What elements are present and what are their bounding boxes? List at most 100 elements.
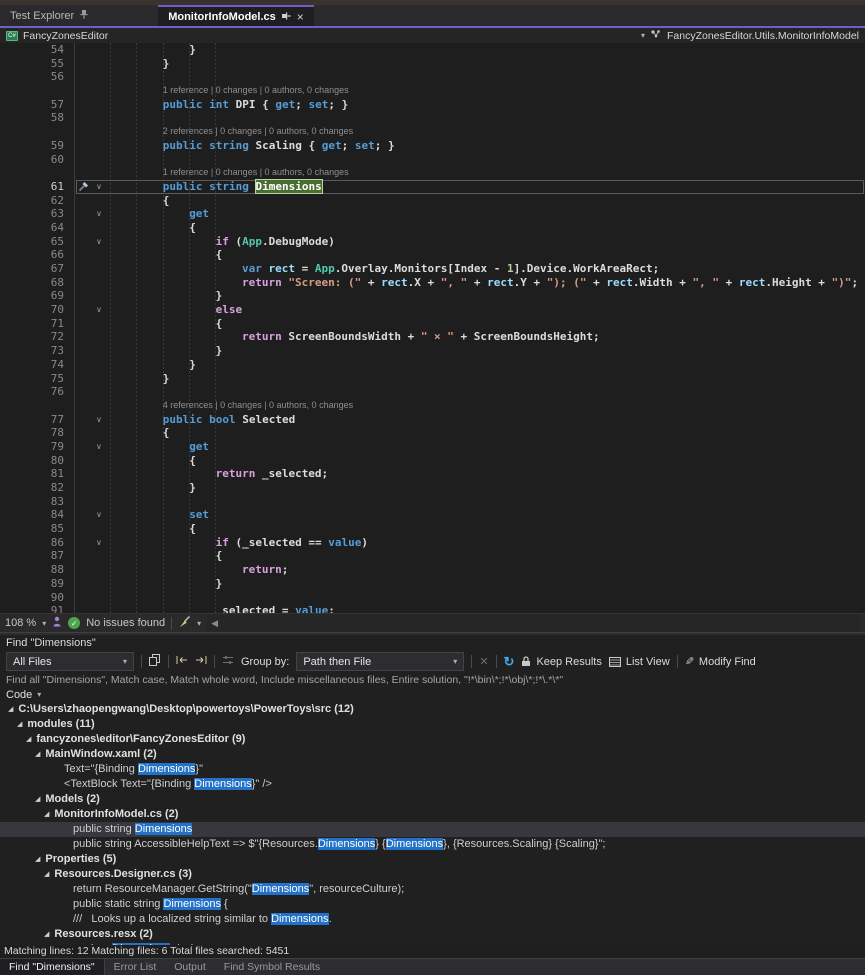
fold-chevron-icon[interactable]: ∨ <box>96 508 102 522</box>
pin-icon[interactable] <box>80 10 88 22</box>
fold-chevron-icon[interactable]: ∨ <box>96 207 102 221</box>
copy-results-icon[interactable] <box>149 654 161 669</box>
code-line[interactable]: 70∨else <box>0 303 865 317</box>
keep-results-button[interactable]: Keep Results <box>521 656 601 668</box>
settings-icon[interactable] <box>222 655 234 668</box>
code-line[interactable]: 64{ <box>0 221 865 235</box>
fold-chevron-icon[interactable]: ∨ <box>96 413 102 427</box>
find-tree-group[interactable]: ◢Models (2) <box>0 792 865 807</box>
document-health-icon[interactable] <box>52 616 62 630</box>
code-line[interactable]: 56 <box>0 70 865 84</box>
find-tree-group[interactable]: ◢Resources.Designer.cs (3) <box>0 867 865 882</box>
code-line[interactable]: 54} <box>0 43 865 57</box>
find-result-item[interactable]: public string AccessibleHelpText => $"{R… <box>0 837 865 852</box>
quick-actions-icon[interactable] <box>78 181 89 195</box>
previous-location-icon[interactable] <box>176 655 188 668</box>
code-line[interactable]: 85{ <box>0 522 865 536</box>
tab-monitorinfomodel[interactable]: MonitorInfoModel.cs × <box>158 5 314 26</box>
breadcrumb-type[interactable]: FancyZonesEditor.Utils.MonitorInfoModel <box>667 30 859 42</box>
codelens-row[interactable]: 1 reference | 0 changes | 0 authors, 0 c… <box>0 166 865 180</box>
breadcrumb-project[interactable]: FancyZonesEditor <box>23 30 108 42</box>
code-line[interactable]: 83 <box>0 495 865 509</box>
find-tree-group[interactable]: ◢fancyzones\editor\FancyZonesEditor (9) <box>0 732 865 747</box>
tree-expand-icon[interactable]: ◢ <box>35 796 40 803</box>
list-view-button[interactable]: List View <box>609 656 670 668</box>
code-line[interactable]: 88return; <box>0 563 865 577</box>
code-line[interactable]: 77∨public bool Selected <box>0 413 865 427</box>
code-line[interactable]: 73} <box>0 344 865 358</box>
tree-expand-icon[interactable]: ◢ <box>35 856 40 863</box>
find-result-item[interactable]: <TextBlock Text="{Binding Dimensions}" /… <box>0 777 865 792</box>
code-line[interactable]: 60 <box>0 153 865 167</box>
fold-chevron-icon[interactable]: ∨ <box>96 180 102 194</box>
chevron-down-icon[interactable]: ▾ <box>42 619 46 628</box>
code-line[interactable]: 59public string Scaling { get; set; } <box>0 139 865 153</box>
find-tree-group[interactable]: ◢C:\Users\zhaopengwang\Desktop\powertoys… <box>0 702 865 717</box>
tree-expand-icon[interactable]: ◢ <box>17 721 22 728</box>
code-line[interactable]: 57public int DPI { get; set; } <box>0 98 865 112</box>
tab-test-explorer[interactable]: Test Explorer <box>0 5 98 26</box>
tree-expand-icon[interactable]: ◢ <box>44 871 49 878</box>
code-line[interactable]: 63∨get <box>0 207 865 221</box>
scope-dropdown[interactable]: All Files ▾ <box>6 652 134 671</box>
find-tree-group[interactable]: ◢Properties (5) <box>0 852 865 867</box>
zoom-level[interactable]: 108 % <box>5 617 36 629</box>
tree-expand-icon[interactable]: ◢ <box>44 931 49 938</box>
code-line[interactable]: 75} <box>0 372 865 386</box>
codelens-row[interactable]: 2 references | 0 changes | 0 authors, 0 … <box>0 125 865 139</box>
code-line[interactable]: 87{ <box>0 549 865 563</box>
tab-find-symbol-results[interactable]: Find Symbol Results <box>215 959 329 975</box>
code-line[interactable]: 58 <box>0 111 865 125</box>
code-line[interactable]: 84∨set <box>0 508 865 522</box>
fold-chevron-icon[interactable]: ∨ <box>96 536 102 550</box>
next-location-icon[interactable] <box>195 655 207 668</box>
find-result-item[interactable]: Text="{Binding Dimensions}" <box>0 762 865 777</box>
modify-find-button[interactable]: ✎ Modify Find <box>685 655 756 668</box>
find-tree-group[interactable]: ◢Resources.resx (2) <box>0 927 865 942</box>
tab-find-dimensions[interactable]: Find "Dimensions" <box>0 959 105 975</box>
issues-status[interactable]: No issues found <box>86 617 165 629</box>
find-tree-group[interactable]: ◢MainWindow.xaml (2) <box>0 747 865 762</box>
code-line[interactable]: 80{ <box>0 454 865 468</box>
code-line[interactable]: 81return _selected; <box>0 467 865 481</box>
code-line[interactable]: 91_selected = value; <box>0 604 865 613</box>
fold-chevron-icon[interactable]: ∨ <box>96 303 102 317</box>
tab-output[interactable]: Output <box>165 959 215 975</box>
find-tree-group[interactable]: ◢modules (11) <box>0 717 865 732</box>
pin-icon[interactable] <box>282 11 291 23</box>
code-line[interactable]: 72return ScreenBoundsWidth + " × " + Scr… <box>0 330 865 344</box>
code-line[interactable]: 76 <box>0 385 865 399</box>
tree-expand-icon[interactable]: ◢ <box>8 706 13 713</box>
tree-expand-icon[interactable]: ◢ <box>35 751 40 758</box>
horizontal-scrollbar[interactable]: ◀ <box>207 614 860 632</box>
find-result-item[interactable]: public static string Dimensions { <box>0 897 865 912</box>
code-line[interactable]: 67var rect = App.Overlay.Monitors[Index … <box>0 262 865 276</box>
tree-expand-icon[interactable]: ◢ <box>26 736 31 743</box>
fold-chevron-icon[interactable]: ∨ <box>96 440 102 454</box>
scroll-left-icon[interactable]: ◀ <box>207 618 218 629</box>
tree-expand-icon[interactable]: ◢ <box>44 811 49 818</box>
find-result-item[interactable]: /// Looks up a localized string similar … <box>0 912 865 927</box>
find-tree-group[interactable]: ◢MonitorInfoModel.cs (2) <box>0 807 865 822</box>
close-icon[interactable]: × <box>297 10 304 24</box>
find-result-item[interactable]: return ResourceManager.GetString("Dimens… <box>0 882 865 897</box>
code-filter-dropdown[interactable]: Code ▾ <box>0 688 865 703</box>
code-line[interactable]: 71{ <box>0 317 865 331</box>
code-line[interactable]: 69} <box>0 289 865 303</box>
code-line[interactable]: 62{ <box>0 194 865 208</box>
code-line[interactable]: 55} <box>0 57 865 71</box>
code-line[interactable]: 82} <box>0 481 865 495</box>
code-cleanup-icon[interactable] <box>178 616 191 631</box>
code-line[interactable]: 86∨if (_selected == value) <box>0 536 865 550</box>
repeat-search-icon[interactable]: ↻ <box>504 654 515 670</box>
code-line[interactable]: 79∨get <box>0 440 865 454</box>
code-line[interactable]: 78{ <box>0 426 865 440</box>
chevron-down-icon[interactable]: ▾ <box>197 619 201 628</box>
chevron-down-icon[interactable]: ▾ <box>641 31 645 40</box>
code-line[interactable]: 90 <box>0 591 865 605</box>
code-line[interactable]: 61∨public string Dimensions <box>0 180 865 194</box>
codelens-row[interactable]: 4 references | 0 changes | 0 authors, 0 … <box>0 399 865 413</box>
code-line[interactable]: 66{ <box>0 248 865 262</box>
code-line[interactable]: 89} <box>0 577 865 591</box>
tab-error-list[interactable]: Error List <box>105 959 166 975</box>
